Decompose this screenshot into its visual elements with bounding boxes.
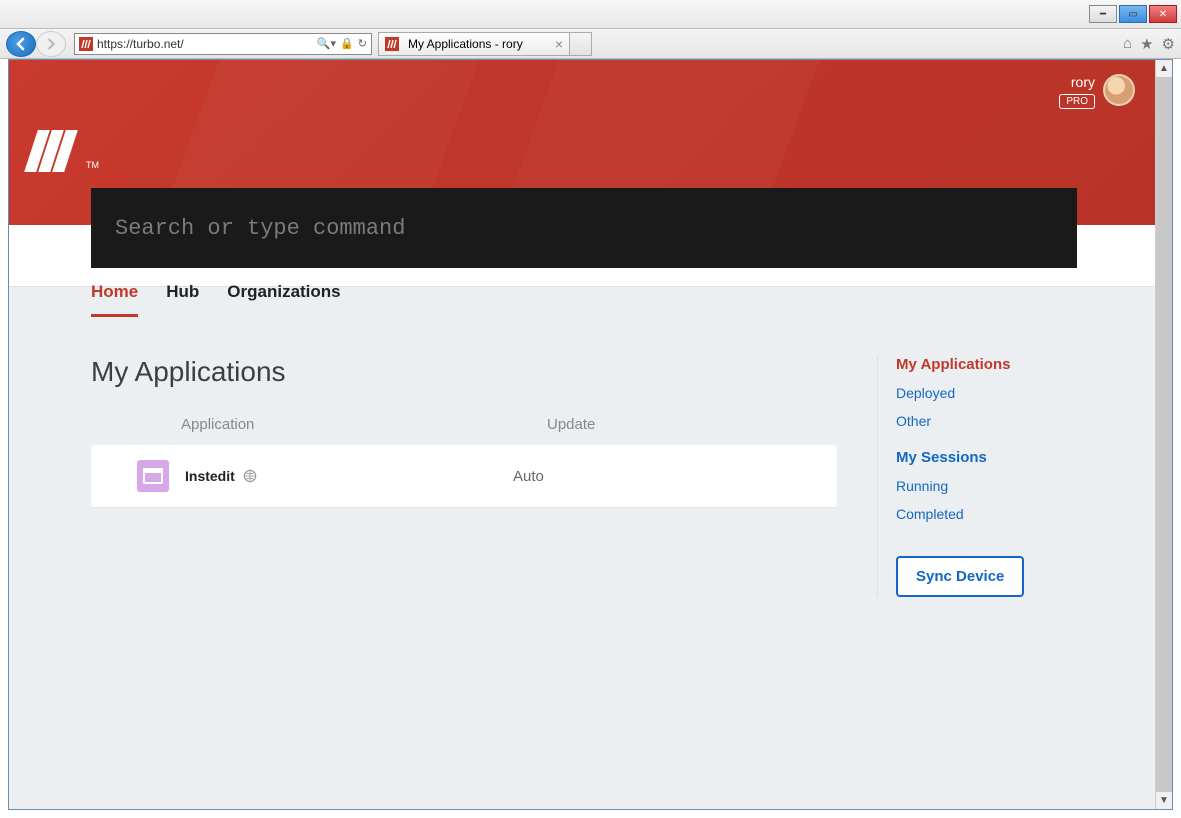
address-url: https://turbo.net/ [97, 37, 317, 51]
scroll-up-arrow-icon[interactable]: ▲ [1156, 60, 1172, 77]
arrow-right-icon [44, 37, 58, 51]
application-row[interactable]: Instedit Auto [91, 445, 837, 507]
sidebar-link-completed[interactable]: Completed [896, 506, 1077, 522]
scroll-thumb[interactable] [1156, 77, 1172, 792]
sidebar-heading-sessions[interactable]: My Sessions [896, 449, 1077, 466]
user-name: rory [1059, 74, 1095, 90]
new-tab-button[interactable] [570, 32, 592, 56]
logo-mark-icon [31, 130, 79, 172]
browser-tab-active[interactable]: My Applications - rory × [378, 32, 570, 56]
page-title: My Applications [91, 356, 837, 388]
sidebar-link-other[interactable]: Other [896, 413, 1077, 429]
tab-favicon [385, 37, 399, 51]
application-icon [137, 460, 169, 492]
main-column: My Applications Application Update Inste… [91, 356, 837, 597]
favorites-icon[interactable]: ★ [1140, 35, 1153, 53]
window-titlebar: ━ ▭ ✕ [0, 0, 1181, 29]
nav-tab-home[interactable]: Home [91, 282, 138, 317]
globe-icon [243, 469, 257, 483]
search-input[interactable] [115, 216, 1053, 241]
window-close-button[interactable]: ✕ [1149, 5, 1177, 23]
command-search-bar [91, 188, 1077, 268]
column-header-application: Application [181, 416, 547, 433]
user-avatar[interactable] [1103, 74, 1135, 106]
nav-forward-button[interactable] [36, 31, 66, 57]
arrow-left-icon [13, 36, 29, 52]
sync-device-button[interactable]: Sync Device [896, 556, 1024, 597]
content-area: My Applications Application Update Inste… [91, 356, 1077, 597]
column-header-update: Update [547, 416, 837, 433]
logo-trademark: TM [86, 160, 99, 170]
settings-gear-icon[interactable]: ⚙ [1162, 35, 1175, 53]
vertical-scrollbar[interactable]: ▲ ▼ [1155, 60, 1172, 809]
nav-back-button[interactable] [6, 31, 36, 57]
application-update-mode: Auto [513, 468, 817, 485]
tab-title: My Applications - rory [408, 37, 523, 51]
nav-tab-hub[interactable]: Hub [166, 282, 199, 317]
primary-nav: Home Hub Organizations [91, 282, 341, 317]
browser-tabs: My Applications - rory × [378, 32, 592, 56]
user-plan-badge: PRO [1059, 94, 1095, 109]
table-header: Application Update [91, 416, 837, 445]
lock-icon: 🔒 [340, 37, 354, 50]
browser-toolbar: https://turbo.net/ 🔍▾ 🔒 ↻ My Application… [0, 29, 1181, 59]
sidebar-link-deployed[interactable]: Deployed [896, 385, 1077, 401]
sidebar: My Applications Deployed Other My Sessio… [877, 356, 1077, 597]
window-maximize-button[interactable]: ▭ [1119, 5, 1147, 23]
site-logo[interactable]: TM [31, 130, 99, 172]
nav-tab-organizations[interactable]: Organizations [227, 282, 340, 317]
window-minimize-button[interactable]: ━ [1089, 5, 1117, 23]
refresh-icon[interactable]: ↻ [358, 37, 367, 50]
scroll-down-arrow-icon[interactable]: ▼ [1156, 792, 1172, 809]
site-favicon [79, 37, 93, 51]
browser-right-controls: ⌂ ★ ⚙ [1123, 35, 1175, 53]
search-dropdown-icon[interactable]: 🔍▾ [317, 37, 336, 50]
sidebar-link-running[interactable]: Running [896, 478, 1077, 494]
application-name: Instedit [185, 468, 235, 484]
address-bar[interactable]: https://turbo.net/ 🔍▾ 🔒 ↻ [74, 33, 372, 55]
tab-close-button[interactable]: × [555, 36, 563, 52]
page-content: TM rory PRO Home Hub Organizations My Ap… [9, 60, 1155, 809]
browser-viewport: TM rory PRO Home Hub Organizations My Ap… [8, 59, 1173, 810]
sidebar-heading-applications[interactable]: My Applications [896, 356, 1077, 373]
user-menu[interactable]: rory PRO [1059, 74, 1135, 109]
home-icon[interactable]: ⌂ [1123, 35, 1132, 53]
address-controls: 🔍▾ 🔒 ↻ [317, 37, 367, 50]
